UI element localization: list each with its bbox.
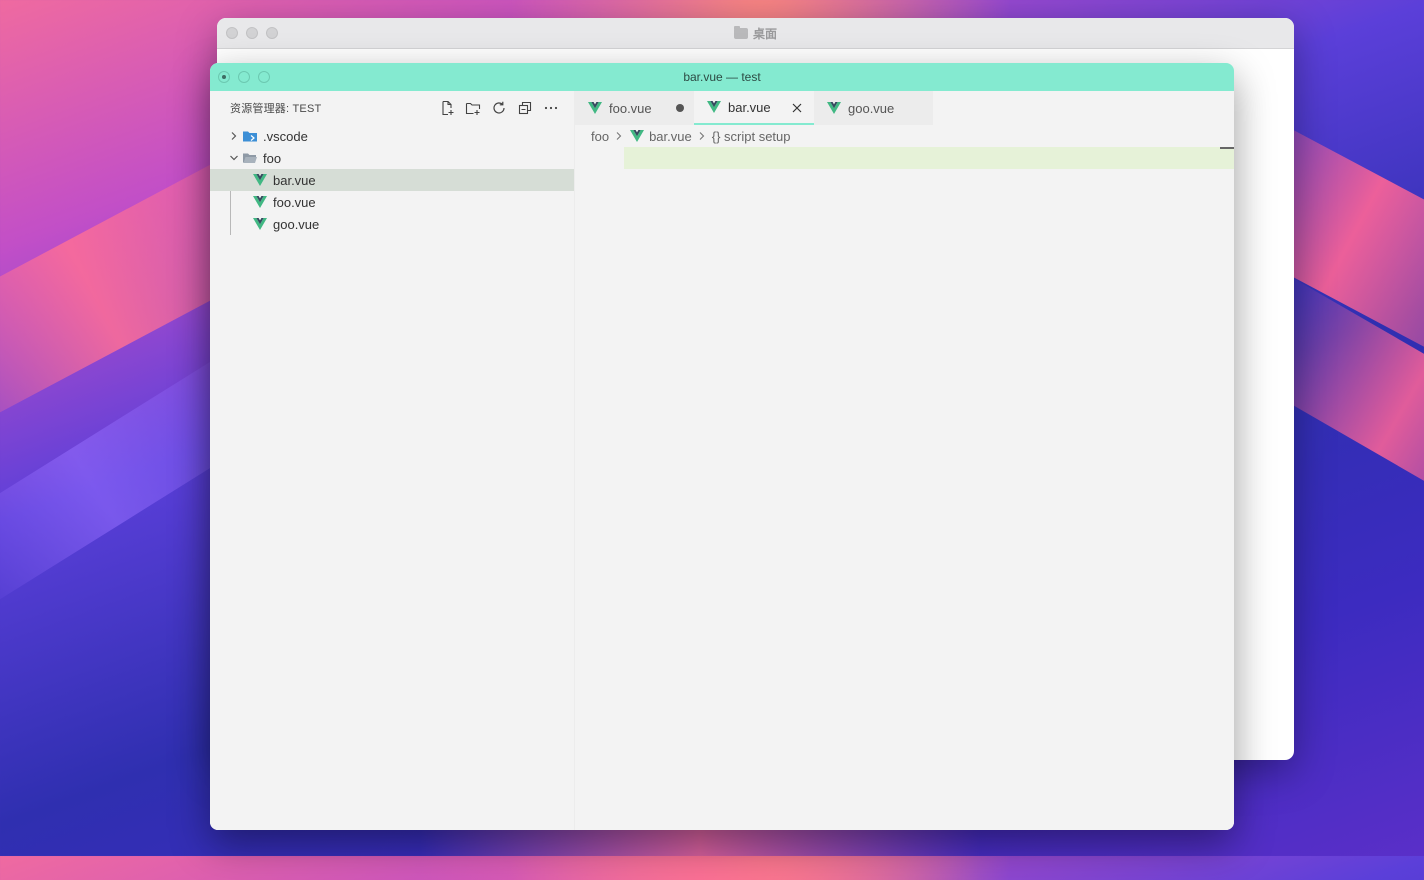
tree-label: goo.vue [273, 216, 320, 232]
tree-folder-foo[interactable]: foo [210, 147, 574, 169]
vue-file-icon [587, 100, 603, 116]
vscode-traffic-lights [218, 71, 270, 83]
file-tree: .vscode foo bar.vue foo.vue goo.vue [210, 125, 574, 235]
more-actions-button[interactable] [542, 99, 560, 117]
finder-titlebar[interactable]: 桌面 [217, 18, 1294, 49]
tab-bar-vue[interactable]: bar.vue [694, 91, 814, 125]
new-file-icon [442, 100, 454, 116]
tree-label: foo.vue [273, 194, 316, 210]
refresh-button[interactable] [490, 99, 508, 117]
breadcrumb: foo bar.vue {} script setup [575, 125, 1234, 147]
explorer-actions [438, 99, 560, 117]
tab-label: bar.vue [728, 99, 771, 115]
vue-file-icon [826, 100, 842, 116]
close-icon[interactable] [218, 71, 230, 83]
current-line-highlight [624, 147, 1234, 169]
window-title: bar.vue — test [683, 70, 761, 84]
breadcrumb-folder[interactable]: foo [591, 129, 609, 144]
tree-file-bar-vue[interactable]: bar.vue [210, 169, 574, 191]
finder-traffic-lights [226, 27, 278, 39]
explorer-title: 资源管理器: TEST [230, 103, 322, 115]
editor-area[interactable]: foo.vue bar.vue goo.vue foo bar.vue {} s… [574, 91, 1234, 830]
explorer-sidebar: 资源管理器: TEST .vscode foo bar.vue foo.vue … [210, 91, 574, 830]
explorer-header: 资源管理器: TEST [210, 91, 574, 125]
refresh-icon [493, 101, 505, 114]
more-actions-icon [544, 106, 558, 110]
tree-label: foo [263, 150, 282, 166]
tab-label: foo.vue [609, 100, 652, 116]
close-icon[interactable] [790, 101, 804, 115]
breadcrumb-file[interactable]: bar.vue [629, 128, 692, 144]
folder-open-icon [242, 150, 258, 166]
vscode-folder-icon [242, 128, 258, 144]
chevron-down-icon [226, 150, 242, 166]
breadcrumb-symbol[interactable]: {} script setup [712, 129, 791, 144]
overview-ruler-cursor [1220, 147, 1234, 149]
breadcrumb-symbol-label: {} script setup [711, 128, 791, 144]
vue-file-icon [706, 99, 722, 115]
chevron-right-icon [696, 130, 708, 142]
tab-bar: foo.vue bar.vue goo.vue [575, 91, 1234, 125]
chevron-right-icon [613, 130, 625, 142]
unsaved-dot-icon[interactable] [676, 104, 684, 112]
tab-foo-vue[interactable]: foo.vue [575, 91, 694, 125]
finder-title: 桌面 [733, 25, 777, 42]
tree-folder-vscode[interactable]: .vscode [210, 125, 574, 147]
minimize-icon[interactable] [238, 71, 250, 83]
collapse-all-button[interactable] [516, 99, 534, 117]
tab-goo-vue[interactable]: goo.vue [814, 91, 933, 125]
vue-file-icon [252, 216, 268, 232]
folder-icon [733, 25, 748, 39]
zoom-icon[interactable] [266, 27, 278, 39]
tree-file-goo-vue[interactable]: goo.vue [210, 213, 574, 235]
tab-label: goo.vue [848, 100, 895, 116]
vue-file-icon [252, 172, 268, 188]
breadcrumb-file-label: bar.vue [649, 128, 692, 144]
finder-title-label: 桌面 [752, 26, 777, 41]
vue-file-icon [629, 128, 645, 144]
collapse-all-icon [518, 101, 532, 115]
tree-label: bar.vue [273, 172, 316, 188]
new-folder-icon [465, 102, 481, 115]
minimize-icon[interactable] [246, 27, 258, 39]
new-folder-button[interactable] [464, 99, 482, 117]
chevron-right-icon [226, 128, 242, 144]
tree-file-foo-vue[interactable]: foo.vue [210, 191, 574, 213]
vue-file-icon [252, 194, 268, 210]
tab-bar-empty-space [933, 91, 1234, 125]
zoom-icon[interactable] [258, 71, 270, 83]
tree-label: .vscode [263, 128, 308, 144]
vscode-window: bar.vue — test 资源管理器: TEST .vscode foo b… [210, 63, 1234, 830]
new-file-button[interactable] [438, 99, 456, 117]
close-icon[interactable] [226, 27, 238, 39]
vscode-titlebar[interactable]: bar.vue — test [210, 63, 1234, 91]
breadcrumb-folder-label: foo [591, 128, 610, 144]
